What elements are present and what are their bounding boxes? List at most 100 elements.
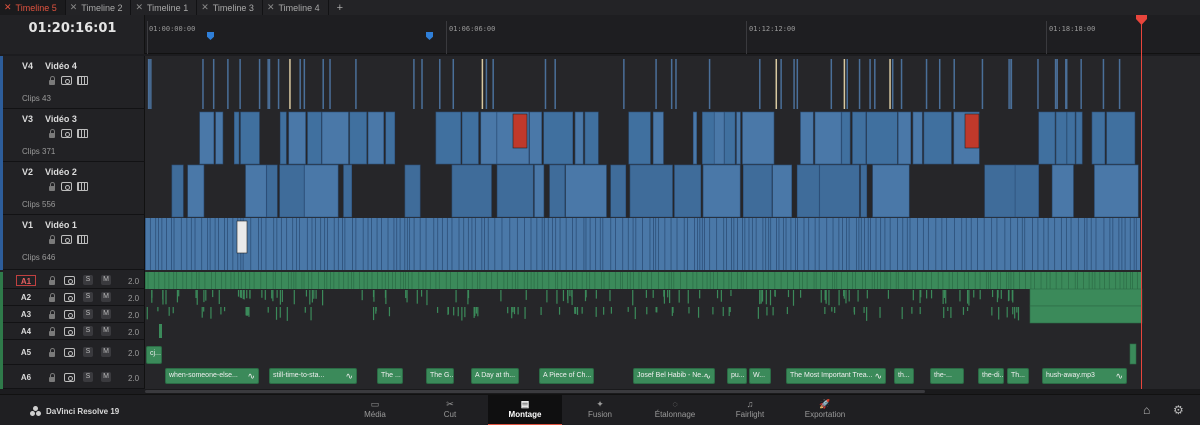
clip-edge[interactable] <box>813 272 815 289</box>
audio-clip-a2[interactable] <box>195 290 197 299</box>
audio-clip-a2[interactable] <box>920 290 922 298</box>
audio-clip-a6[interactable]: Th... <box>1007 368 1029 384</box>
clip-edge[interactable] <box>884 218 886 270</box>
audio-clip-a2[interactable] <box>720 290 722 302</box>
clip-edge[interactable] <box>622 272 623 289</box>
clip-edge[interactable] <box>865 272 866 289</box>
clip-edge[interactable] <box>419 218 421 270</box>
clip-edge[interactable] <box>836 272 838 289</box>
clip-edge[interactable] <box>704 218 705 270</box>
audio-clip-a2[interactable] <box>203 290 205 303</box>
audio-clip-a3[interactable] <box>919 307 921 315</box>
audio-clip-a5[interactable]: cj... <box>146 346 162 364</box>
audio-clip-a3[interactable] <box>610 307 612 314</box>
clip-edge[interactable] <box>595 218 597 270</box>
clip-edge[interactable] <box>1021 218 1023 270</box>
clip-edge[interactable] <box>635 218 637 270</box>
video-clip-v4[interactable] <box>775 59 778 109</box>
video-clip-v4[interactable] <box>1080 59 1082 109</box>
video-clip-v3[interactable] <box>1038 111 1056 165</box>
clip-edge[interactable] <box>557 272 559 289</box>
audio-clip-a2[interactable] <box>824 290 826 301</box>
track-enable-icon[interactable] <box>77 182 88 191</box>
video-clip-v2[interactable] <box>772 164 792 218</box>
video-clip-v3[interactable] <box>724 111 736 165</box>
video-clip-v4[interactable] <box>267 59 269 109</box>
audio-clip-a2[interactable] <box>406 290 408 303</box>
audio-clip-a3[interactable] <box>901 307 903 320</box>
audio-clip-a2[interactable] <box>567 290 569 304</box>
clip-edge[interactable] <box>996 272 998 289</box>
clip-edge[interactable] <box>214 218 216 270</box>
clip-edge[interactable] <box>366 272 368 289</box>
video-clip-v4[interactable] <box>150 59 152 109</box>
clip-edge[interactable] <box>602 218 604 270</box>
video-clip-v4[interactable] <box>623 59 625 109</box>
clip-edge[interactable] <box>511 272 513 289</box>
clip-edge[interactable] <box>161 218 163 270</box>
audio-clip-a6[interactable]: Josef Bel Habib - Ne... ∿ <box>633 368 715 384</box>
video-clip-v3[interactable] <box>692 111 697 165</box>
clip-edge[interactable] <box>353 272 355 289</box>
clip-edge[interactable] <box>723 218 725 270</box>
clip-edge[interactable] <box>435 272 437 289</box>
clip-edge[interactable] <box>649 218 651 270</box>
clip-edge[interactable] <box>485 272 487 289</box>
clip-edge[interactable] <box>1008 272 1010 289</box>
video-clip-v3[interactable] <box>1055 111 1067 165</box>
clip-edge[interactable] <box>295 272 297 289</box>
clip-edge[interactable] <box>324 218 326 270</box>
clip-edge[interactable] <box>1084 218 1086 270</box>
clip-edge[interactable] <box>1004 218 1006 270</box>
audio-clip-a6[interactable]: still-time-to-sta... ∿ <box>269 368 357 384</box>
clip-edge[interactable] <box>173 272 175 289</box>
audio-clip-a2[interactable] <box>663 290 666 304</box>
clip-edge[interactable] <box>576 272 578 289</box>
video-clip-v4[interactable] <box>485 59 488 109</box>
clip-edge[interactable] <box>737 218 738 270</box>
clip-edge[interactable] <box>238 272 239 289</box>
clip-edge[interactable] <box>466 272 468 289</box>
clip-edge[interactable] <box>790 218 792 270</box>
mute-button[interactable]: M <box>101 309 111 319</box>
video-clip-v4[interactable] <box>227 59 229 109</box>
clip-edge[interactable] <box>400 272 402 289</box>
clip-edge[interactable] <box>668 272 670 289</box>
clip-edge[interactable] <box>990 272 991 289</box>
video-clip-v2[interactable] <box>796 164 820 218</box>
clip-edge[interactable] <box>709 218 711 270</box>
audio-clip-a3[interactable] <box>866 307 868 321</box>
audio-clip-a3[interactable] <box>634 307 636 320</box>
audio-clip-a2[interactable] <box>942 290 944 305</box>
clip-edge[interactable] <box>343 272 345 289</box>
audio-clip-a3[interactable] <box>168 307 170 316</box>
clip-edge[interactable] <box>897 218 898 270</box>
audio-clip-a2[interactable] <box>645 290 647 298</box>
clip-edge[interactable] <box>221 272 223 289</box>
video-clip-v2[interactable] <box>1014 164 1039 218</box>
audio-clip-a2[interactable] <box>943 290 946 298</box>
clip-edge[interactable] <box>422 272 424 289</box>
audio-clip-a3[interactable] <box>477 307 479 317</box>
clip-edge[interactable] <box>292 218 294 270</box>
audio-clip-a2[interactable] <box>667 290 669 298</box>
clip-edge[interactable] <box>610 218 612 270</box>
audio-clip-a2[interactable] <box>196 290 198 305</box>
clip-edge[interactable] <box>533 272 535 289</box>
clip-edge[interactable] <box>326 272 328 289</box>
video-clip-v2[interactable] <box>1051 164 1074 218</box>
home-icon[interactable]: ⌂ <box>1143 403 1150 417</box>
clip-edge[interactable] <box>311 218 313 270</box>
track-enable-icon[interactable] <box>77 129 88 138</box>
video-clip-v4[interactable] <box>891 59 894 109</box>
audio-clip-a2[interactable] <box>761 290 764 302</box>
clip-edge[interactable] <box>561 272 563 289</box>
audio-clip-a3[interactable] <box>447 307 449 315</box>
video-clip-v3[interactable] <box>713 111 725 165</box>
audio-clip-a3[interactable] <box>512 307 514 313</box>
clip-edge[interactable] <box>658 218 660 270</box>
clip-edge[interactable] <box>186 218 188 270</box>
audio-clip-a2[interactable] <box>562 290 565 302</box>
clip-edge[interactable] <box>1135 218 1137 270</box>
gear-icon[interactable]: ⚙ <box>1173 403 1184 417</box>
